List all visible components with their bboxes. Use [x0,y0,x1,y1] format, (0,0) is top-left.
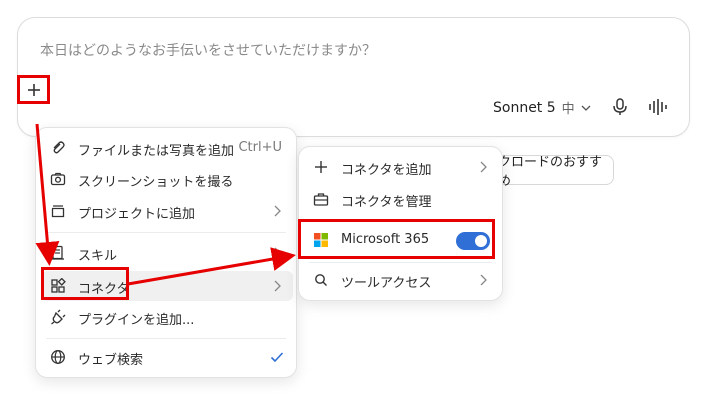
annotation-arrows [35,123,296,286]
arrow-to-connectors [35,123,60,266]
arrow-to-microsoft-365 [127,247,296,286]
